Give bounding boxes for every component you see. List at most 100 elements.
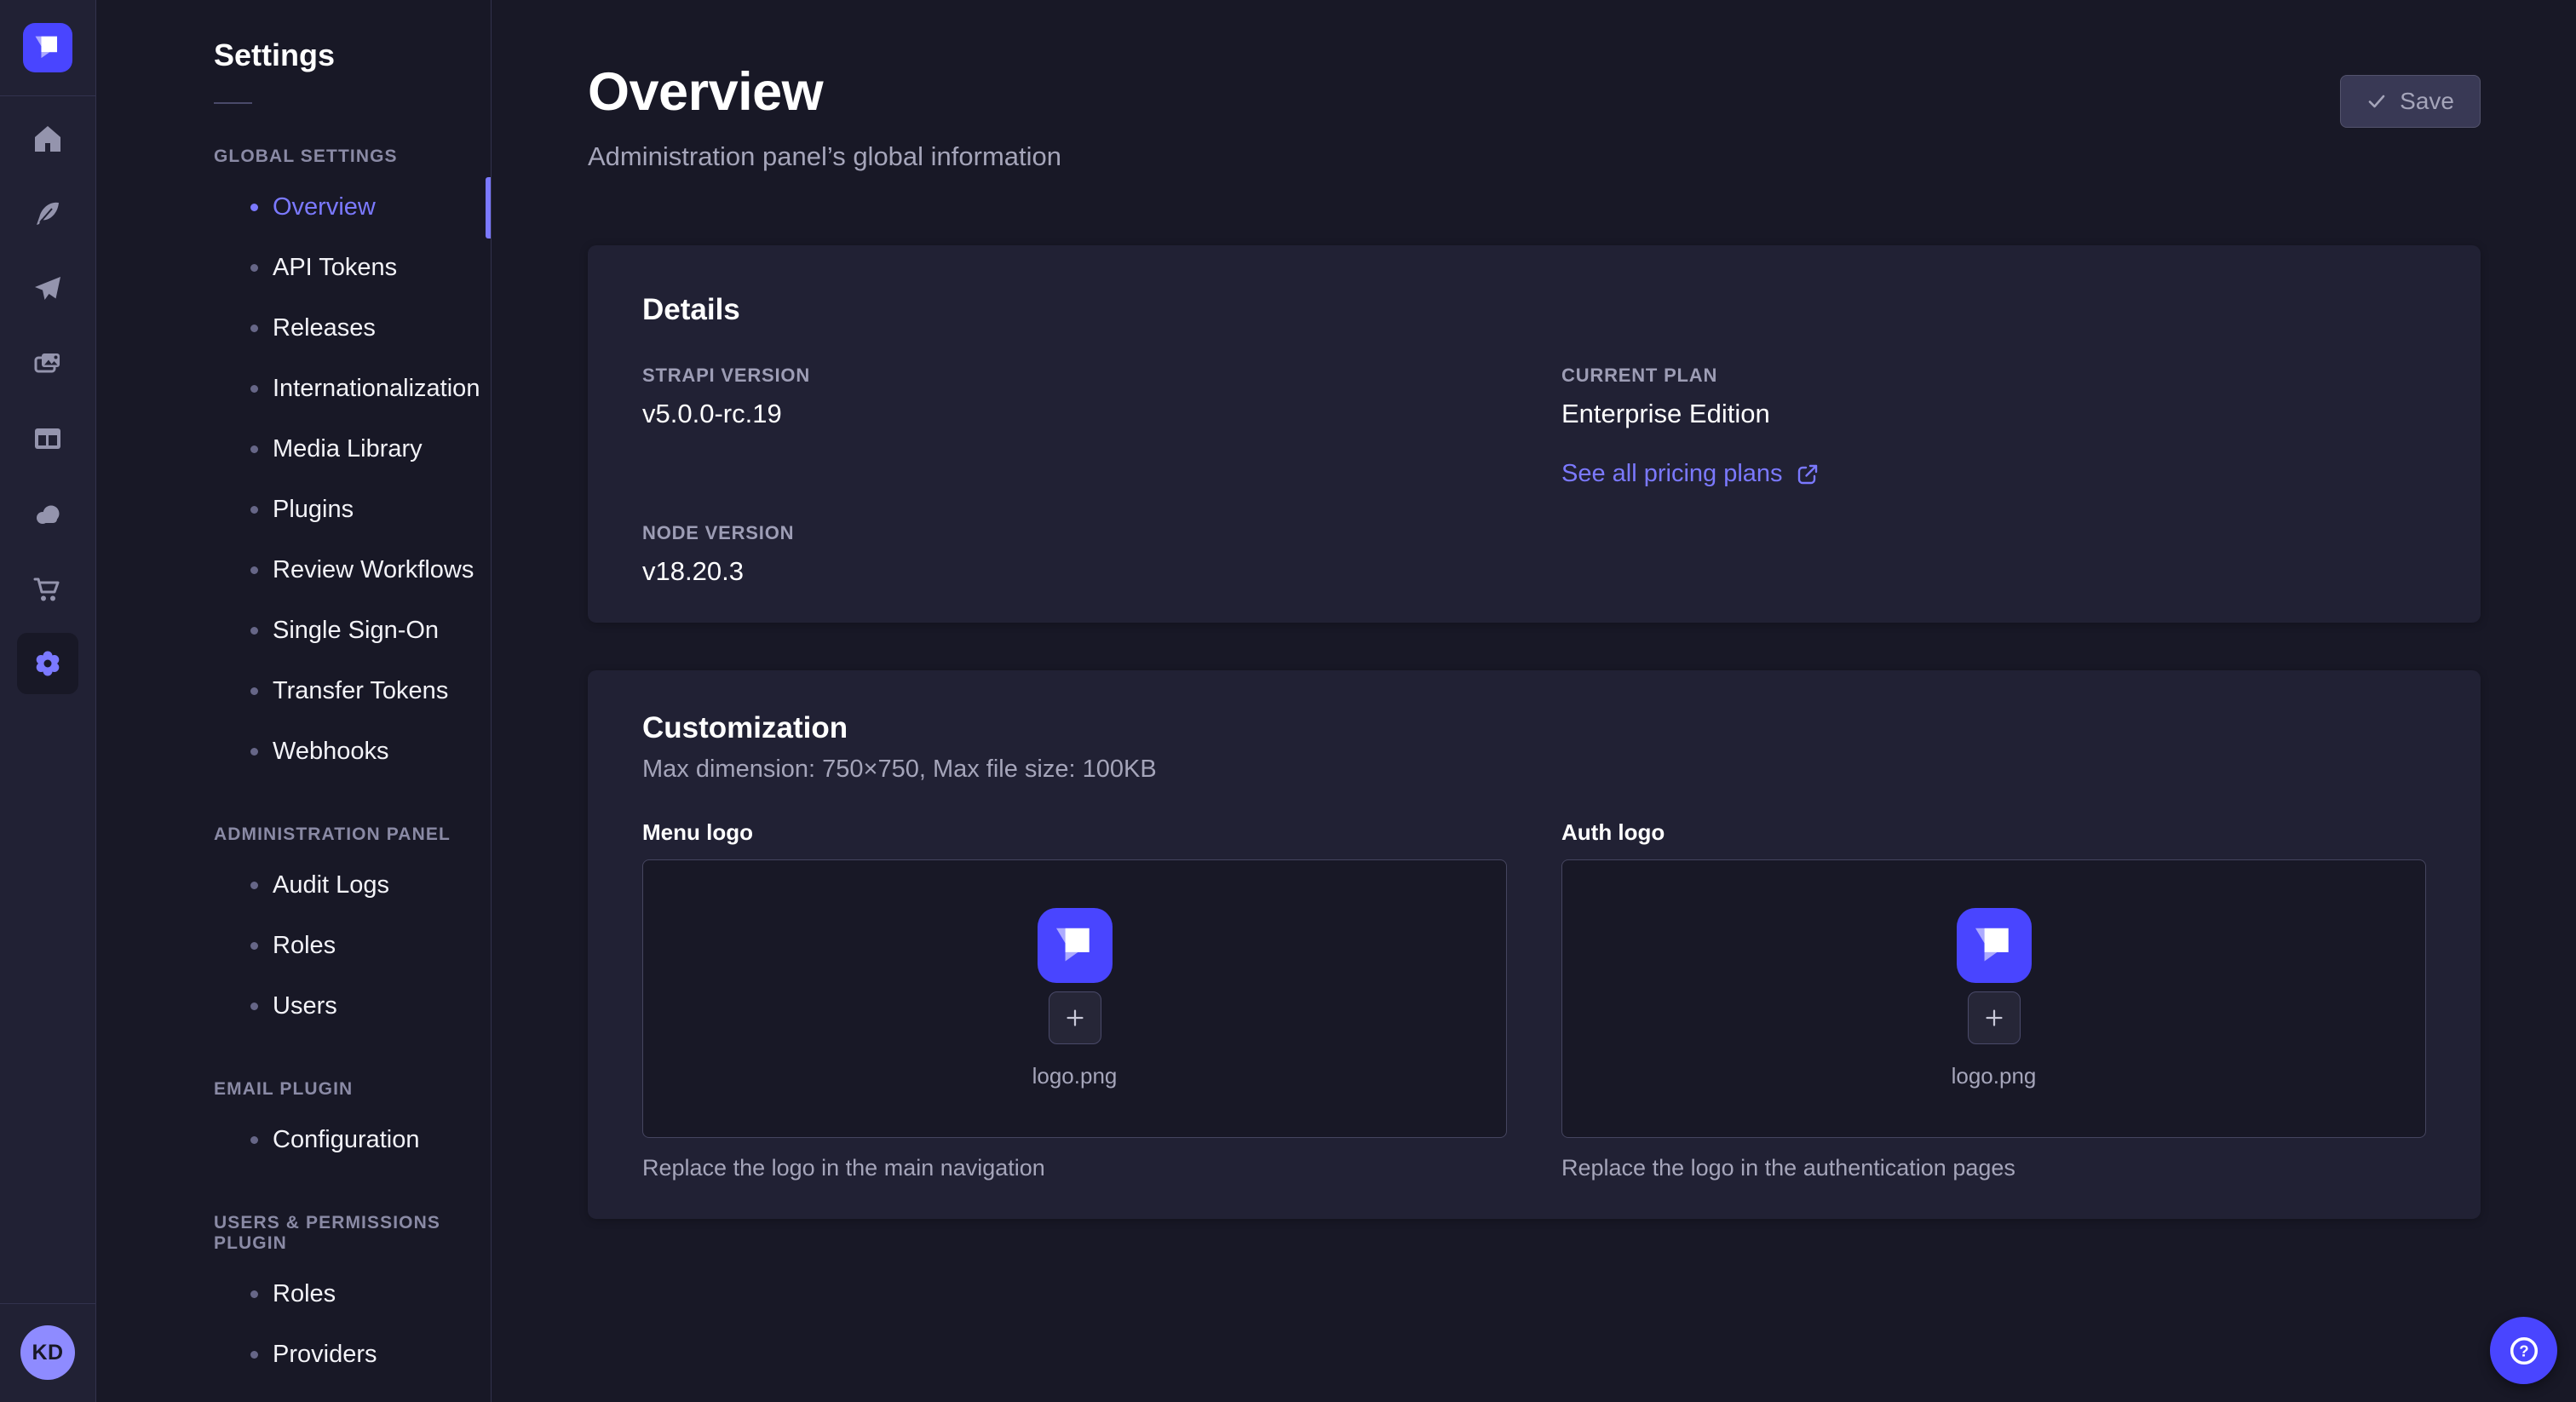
bullet-icon [250,687,258,695]
paper-plane-icon [31,272,65,306]
sidebar-item-releases[interactable]: Releases [97,298,491,359]
sidebar-item-label: Releases [273,314,376,342]
home-icon [31,122,65,156]
main-nav-rail: KD [0,0,96,1402]
sidebar-item-email-configuration[interactable]: Configuration [97,1110,491,1170]
nav-media-library-button[interactable] [17,333,78,394]
auth-logo-hint: Replace the logo in the authentication p… [1561,1155,2426,1181]
field-current-plan: CURRENT PLAN Enterprise Edition See all … [1561,365,2426,488]
bullet-icon [250,566,258,574]
user-avatar[interactable]: KD [20,1325,75,1380]
menu-logo-label: Menu logo [642,819,1507,846]
menu-logo-dropzone[interactable]: logo.png [642,859,1507,1138]
strapi-logo-icon [23,23,72,72]
media-library-icon [31,347,65,381]
sidebar-item-label: Users [273,992,337,1020]
section-items-administration-panel: Audit Logs Roles Users [97,855,491,1037]
sidebar-item-audit-logs[interactable]: Audit Logs [97,855,491,916]
strapi-logo[interactable] [23,23,72,72]
sidebar-item-up-providers[interactable]: Providers [97,1324,491,1385]
sidebar-item-label: Roles [273,932,336,960]
auth-logo-dropzone[interactable]: logo.png [1561,859,2426,1138]
strapi-logo-icon [1957,908,2032,983]
bullet-icon [250,264,258,272]
main-content: Overview Administration panel’s global i… [492,0,2576,1402]
sidebar-item-admin-users[interactable]: Users [97,976,491,1037]
bullet-icon [250,445,258,453]
sidebar-item-webhooks[interactable]: Webhooks [97,721,491,782]
subnav-title: Settings [214,37,491,73]
settings-gear-icon [31,646,65,681]
field-label: NODE VERSION [642,522,1507,544]
page-header: Overview Administration panel’s global i… [588,61,2481,172]
sidebar-item-single-sign-on[interactable]: Single Sign-On [97,600,491,661]
sidebar-item-label: Review Workflows [273,556,474,584]
sidebar-item-internationalization[interactable]: Internationalization [97,359,491,419]
nav-marketplace-button[interactable] [17,558,78,619]
subnav-divider [214,102,252,104]
field-label: STRAPI VERSION [642,365,1507,387]
page-subtitle: Administration panel’s global informatio… [588,141,2481,172]
sidebar-item-up-roles[interactable]: Roles [97,1264,491,1324]
sidebar-item-label: Roles [273,1280,336,1308]
nav-cloud-button[interactable] [17,483,78,544]
section-label-global-settings: GLOBAL SETTINGS [214,147,491,167]
sidebar-item-media-library[interactable]: Media Library [97,419,491,480]
section-label-administration-panel: ADMINISTRATION PANEL [214,825,491,845]
bullet-icon [250,748,258,756]
sidebar-item-review-workflows[interactable]: Review Workflows [97,540,491,600]
layout-icon [31,422,65,456]
bullet-icon [250,385,258,393]
nav-home-button[interactable] [17,108,78,170]
sidebar-item-label: Providers [273,1341,377,1369]
nav-releases-button[interactable] [17,258,78,319]
pricing-plans-link[interactable]: See all pricing plans [1561,460,1820,488]
sidebar-item-label: API Tokens [273,254,397,282]
auth-logo-field: Auth logo logo.png [1561,819,2426,1181]
help-button[interactable]: ? [2490,1317,2557,1384]
svg-text:?: ? [2519,1342,2528,1359]
nav-icon-list [17,108,78,694]
sidebar-item-overview[interactable]: Overview [97,177,491,238]
nav-content-manager-button[interactable] [17,408,78,469]
bullet-icon [250,1003,258,1010]
field-value: v5.0.0-rc.19 [642,399,1507,429]
cloud-icon [31,497,65,531]
sidebar-item-label: Media Library [273,435,423,463]
logo-upload-grid: Menu logo logo.png [642,819,2426,1181]
sidebar-item-label: Configuration [273,1126,420,1154]
bullet-icon [250,882,258,889]
auth-logo-label: Auth logo [1561,819,2426,846]
bullet-icon [250,325,258,332]
auth-logo-filename: logo.png [1952,1063,2037,1089]
settings-subnav: Settings GLOBAL SETTINGS Overview API To… [97,0,492,1402]
customization-constraints: Max dimension: 750×750, Max file size: 1… [642,756,2426,784]
menu-logo-field: Menu logo logo.png [642,819,1507,1181]
save-button[interactable]: Save [2340,75,2481,128]
bullet-icon [250,942,258,950]
field-value: v18.20.3 [642,556,1507,587]
plus-icon [1062,1005,1088,1031]
field-label: CURRENT PLAN [1561,365,2426,387]
sidebar-item-api-tokens[interactable]: API Tokens [97,238,491,298]
field-value: Enterprise Edition [1561,399,2426,429]
feather-icon [31,197,65,231]
bullet-icon [250,506,258,514]
sidebar-item-label: Transfer Tokens [273,677,448,705]
auth-logo-add-button[interactable] [1968,991,2021,1044]
field-strapi-version: STRAPI VERSION v5.0.0-rc.19 [642,365,1507,488]
sidebar-item-admin-roles[interactable]: Roles [97,916,491,976]
menu-logo-add-button[interactable] [1049,991,1101,1044]
avatar-initials: KD [32,1341,63,1365]
sidebar-item-label: Internationalization [273,375,480,403]
bullet-icon [250,1136,258,1144]
sidebar-item-plugins[interactable]: Plugins [97,480,491,540]
nav-settings-button[interactable] [17,633,78,694]
bullet-icon [250,1290,258,1298]
sidebar-item-label: Audit Logs [273,871,389,899]
section-items-users-permissions-plugin: Roles Providers [97,1264,491,1385]
nav-content-builder-button[interactable] [17,183,78,244]
details-grid-spacer [1561,522,2426,587]
sidebar-item-label: Overview [273,193,376,221]
sidebar-item-transfer-tokens[interactable]: Transfer Tokens [97,661,491,721]
